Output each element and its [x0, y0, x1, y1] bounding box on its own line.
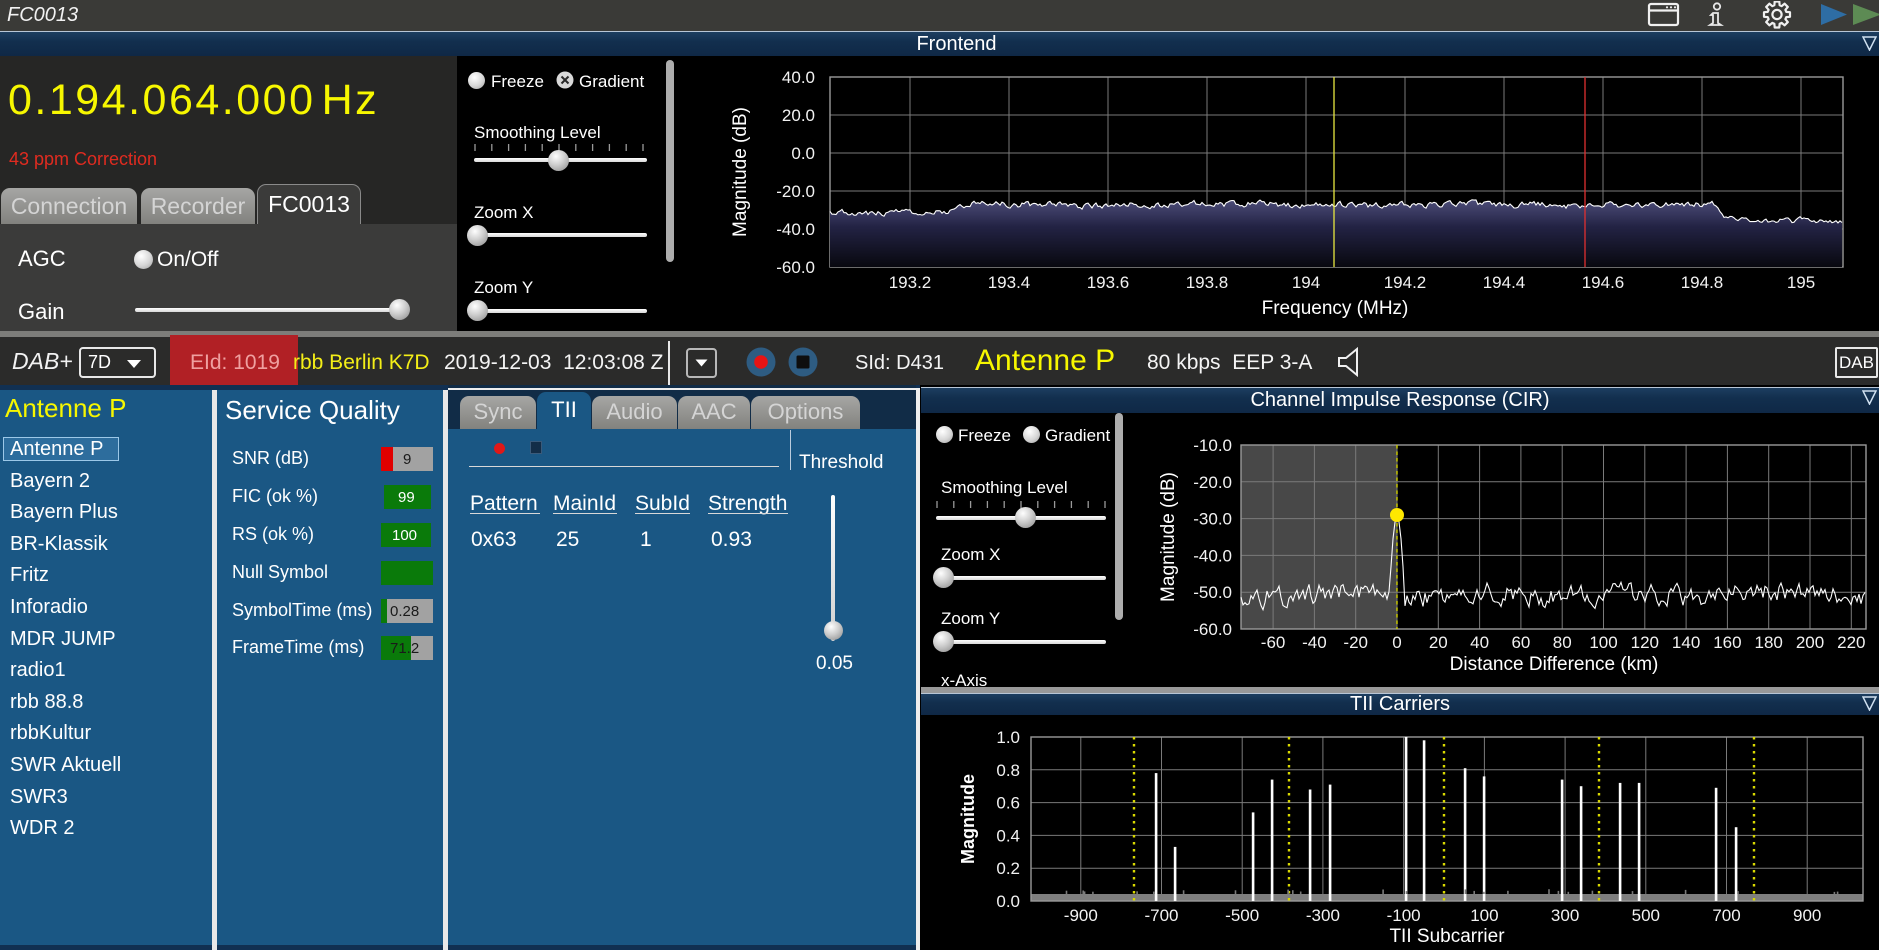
svg-text:195: 195 [1787, 273, 1815, 292]
svg-text:200: 200 [1796, 633, 1824, 652]
svg-text:20: 20 [1429, 633, 1448, 652]
svg-text:-500: -500 [1225, 906, 1259, 925]
svg-text:Frequency (MHz): Frequency (MHz) [1262, 298, 1409, 319]
svg-text:1.0: 1.0 [996, 728, 1020, 747]
svg-text:0.6: 0.6 [996, 794, 1020, 813]
svg-text:100: 100 [1589, 633, 1617, 652]
svg-text:500: 500 [1632, 906, 1660, 925]
svg-text:140: 140 [1672, 633, 1700, 652]
svg-text:-30.0: -30.0 [1193, 510, 1232, 529]
svg-text:Distance Difference (km): Distance Difference (km) [1450, 654, 1659, 675]
svg-text:-40.0: -40.0 [776, 220, 815, 239]
svg-text:TII Subcarrier: TII Subcarrier [1389, 926, 1505, 947]
svg-text:80: 80 [1553, 633, 1572, 652]
svg-text:-50.0: -50.0 [1193, 583, 1232, 602]
svg-text:0.0: 0.0 [791, 144, 815, 163]
svg-text:20.0: 20.0 [782, 106, 815, 125]
svg-text:40: 40 [1470, 633, 1489, 652]
svg-text:0.8: 0.8 [996, 761, 1020, 780]
svg-text:193.6: 193.6 [1087, 273, 1130, 292]
svg-text:120: 120 [1631, 633, 1659, 652]
svg-text:194: 194 [1292, 273, 1320, 292]
svg-text:193.2: 193.2 [889, 273, 932, 292]
svg-text:Magnitude (dB): Magnitude (dB) [730, 107, 751, 237]
svg-text:-40.0: -40.0 [1193, 546, 1232, 565]
svg-text:-60.0: -60.0 [776, 258, 815, 277]
svg-text:300: 300 [1551, 906, 1579, 925]
svg-text:0.0: 0.0 [996, 892, 1020, 911]
svg-text:193.8: 193.8 [1186, 273, 1229, 292]
svg-text:Magnitude (dB): Magnitude (dB) [1158, 472, 1179, 602]
svg-text:-40: -40 [1302, 633, 1327, 652]
svg-text:-60.0: -60.0 [1193, 620, 1232, 639]
svg-text:-900: -900 [1064, 906, 1098, 925]
svg-text:0.4: 0.4 [996, 826, 1020, 845]
svg-text:40.0: 40.0 [782, 68, 815, 87]
svg-text:700: 700 [1712, 906, 1740, 925]
svg-text:220: 220 [1837, 633, 1865, 652]
svg-text:160: 160 [1713, 633, 1741, 652]
svg-text:0: 0 [1392, 633, 1401, 652]
svg-text:180: 180 [1755, 633, 1783, 652]
svg-text:-10.0: -10.0 [1193, 436, 1232, 455]
svg-text:-60: -60 [1261, 633, 1286, 652]
svg-text:-20.0: -20.0 [1193, 473, 1232, 492]
svg-text:0.2: 0.2 [996, 859, 1020, 878]
svg-text:900: 900 [1793, 906, 1821, 925]
svg-text:-20.0: -20.0 [776, 182, 815, 201]
svg-text:-300: -300 [1306, 906, 1340, 925]
svg-text:-700: -700 [1144, 906, 1178, 925]
svg-text:194.4: 194.4 [1483, 273, 1526, 292]
svg-text:100: 100 [1470, 906, 1498, 925]
svg-text:-20: -20 [1343, 633, 1368, 652]
svg-text:194.6: 194.6 [1582, 273, 1625, 292]
svg-text:194.8: 194.8 [1681, 273, 1724, 292]
svg-text:194.2: 194.2 [1384, 273, 1427, 292]
svg-text:193.4: 193.4 [988, 273, 1031, 292]
svg-text:Magnitude: Magnitude [958, 774, 978, 864]
svg-text:-100: -100 [1387, 906, 1421, 925]
svg-text:60: 60 [1511, 633, 1530, 652]
